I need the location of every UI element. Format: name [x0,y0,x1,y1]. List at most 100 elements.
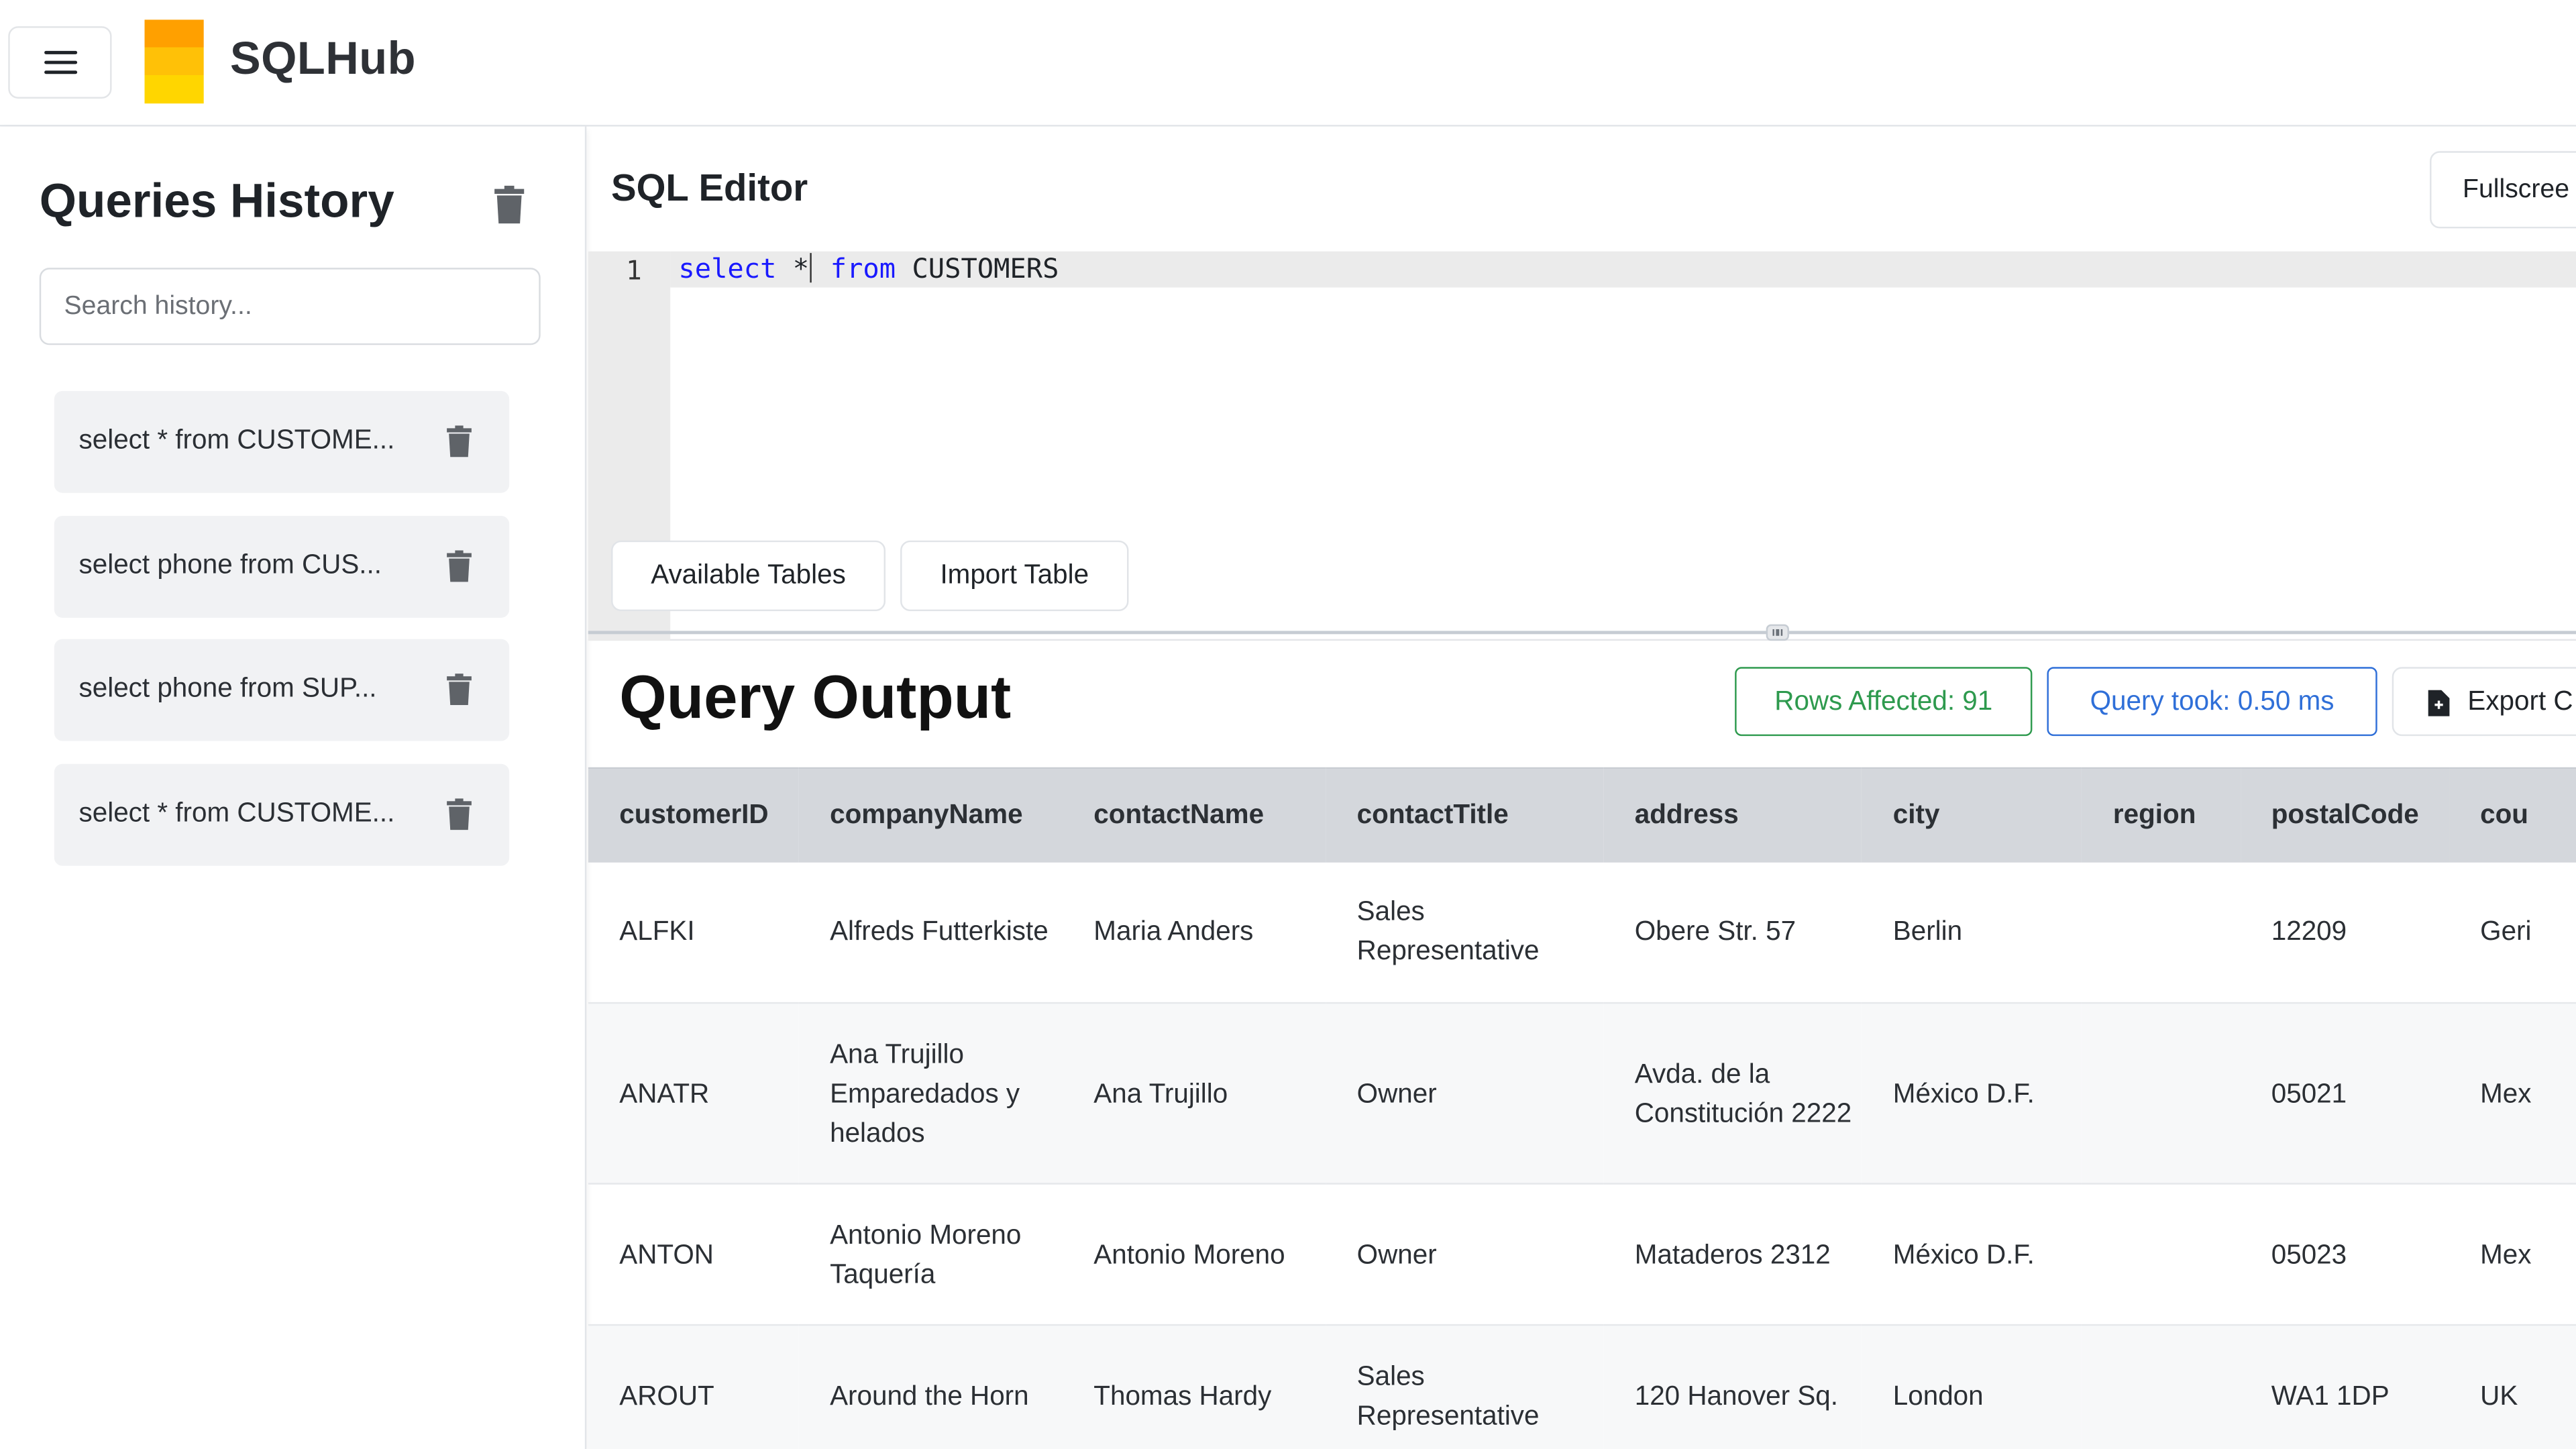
table-cell: Antonio Moreno Taquería [798,1183,1063,1326]
import-table-button[interactable]: Import Table [900,540,1129,612]
column-header[interactable]: customerID [588,767,799,862]
column-header[interactable]: contactName [1062,767,1326,862]
table-row: ANTON Antonio Moreno Taquería Antonio Mo… [588,1183,2576,1326]
table-cell: WA1 1DP [2240,1325,2449,1449]
table-cell: Geri [2449,861,2576,1004]
column-header[interactable]: contactTitle [1326,767,1604,862]
table-cell: UK [2449,1325,2576,1449]
history-item-label: select * from CUSTOME... [78,798,395,828]
drag-handle-icon[interactable] [1766,624,1789,641]
table-cell: Obere Str. 57 [1603,861,1862,1004]
table-cell: México D.F. [1862,1003,2082,1185]
results-table-container[interactable]: customerID companyName contactName conta… [588,767,2576,1449]
table-cell [2082,1183,2241,1326]
table-row: AROUT Around the Horn Thomas Hardy Sales… [588,1325,2576,1449]
text-cursor [810,253,812,283]
code-keyword: select [678,253,777,284]
table-cell: Ana Trujillo Emparedados y helados [798,1003,1063,1185]
history-item[interactable]: select * from CUSTOME... [54,390,510,493]
available-tables-button[interactable]: Available Tables [611,540,886,612]
table-cell: Mex [2449,1183,2576,1326]
table-header-row: customerID companyName contactName conta… [588,767,2576,862]
top-bar: SQLHub [0,0,2576,127]
table-cell: Alfreds Futterkiste [798,861,1063,1004]
file-icon [2428,690,2450,716]
sql-code-editor[interactable]: 1 select * from CUSTOMERS [588,251,2576,641]
trash-icon [447,550,472,582]
table-cell: Sales Representative [1326,861,1604,1004]
table-cell: Thomas Hardy [1062,1325,1326,1449]
delete-history-item-button[interactable] [445,674,474,706]
panel-divider [588,631,2576,635]
trash-icon [447,798,472,830]
delete-history-item-button[interactable] [445,425,474,458]
queries-history-sidebar: Queries History select * from CUSTOME...… [0,126,587,1449]
rows-affected-badge: Rows Affected: 91 [1735,667,2033,737]
table-row: ANATR Ana Trujillo Emparedados y helados… [588,1003,2576,1185]
fullscreen-button[interactable]: Fullscree [2430,151,2576,229]
table-cell: 05023 [2240,1183,2449,1326]
logo-icon [144,19,204,104]
column-header[interactable]: address [1603,767,1862,862]
history-item[interactable]: select phone from CUS... [54,515,510,618]
output-title: Query Output [619,663,1012,731]
history-item-label: select phone from CUS... [78,550,382,580]
table-cell: 05021 [2240,1003,2449,1185]
code-keyword: from [830,253,896,284]
table-cell [2082,1003,2241,1185]
table-cell: ANATR [588,1003,799,1185]
export-label: Export C [2467,686,2573,716]
query-time-badge: Query took: 0.50 ms [2047,667,2377,737]
table-cell: Avda. de la Constitución 2222 [1603,1003,1862,1185]
table-cell: ALFKI [588,861,799,1004]
history-item-label: select * from CUSTOME... [78,425,395,455]
export-button[interactable]: Export C [2392,667,2576,737]
table-cell: Antonio Moreno [1062,1183,1326,1326]
table-cell: Mataderos 2312 [1603,1183,1862,1326]
column-header[interactable]: postalCode [2240,767,2449,862]
menu-button[interactable] [8,26,112,99]
history-item[interactable]: select * from CUSTOME... [54,763,510,866]
table-cell: Around the Horn [798,1325,1063,1449]
editor-title: SQL Editor [611,166,808,209]
table-cell: 120 Hanover Sq. [1603,1325,1862,1449]
delete-history-item-button[interactable] [445,798,474,831]
table-cell: Berlin [1862,861,2082,1004]
delete-history-item-button[interactable] [445,550,474,583]
table-cell: Mex [2449,1003,2576,1185]
main-panel: SQL Editor Fullscree 1 select * from CUS… [588,127,2576,1449]
table-cell: México D.F. [1862,1183,2082,1326]
column-header[interactable]: region [2082,767,2241,862]
table-cell: ANTON [588,1183,799,1326]
results-table: customerID companyName contactName conta… [588,767,2576,1449]
table-cell: Owner [1326,1183,1604,1326]
table-row: ALFKI Alfreds Futterkiste Maria Anders S… [588,861,2576,1004]
clear-history-button[interactable] [493,185,526,225]
table-cell: Owner [1326,1003,1604,1185]
app-title: SQLHub [229,32,417,84]
table-cell: Sales Representative [1326,1325,1604,1449]
trash-icon [447,425,472,458]
table-cell: London [1862,1325,2082,1449]
search-history-input[interactable] [39,268,541,345]
code-table-name: CUSTOMERS [912,253,1059,284]
table-cell: Maria Anders [1062,861,1326,1004]
table-cell: Ana Trujillo [1062,1003,1326,1185]
column-header[interactable]: city [1862,767,2082,862]
column-header[interactable]: cou [2449,767,2576,862]
history-item-label: select phone from SUP... [78,674,377,704]
table-cell: AROUT [588,1325,799,1449]
column-header[interactable]: companyName [798,767,1063,862]
code-star: * [792,253,810,284]
history-item[interactable]: select phone from SUP... [54,639,510,741]
code-line[interactable]: select * from CUSTOMERS [678,253,1059,284]
trash-icon [447,674,472,706]
app-root: SQLHub Queries History select * from CUS… [0,0,2576,1449]
table-cell [2082,861,2241,1004]
line-number: 1 [626,254,642,286]
sidebar-title: Queries History [39,176,394,229]
table-cell [2082,1325,2241,1449]
table-cell: 12209 [2240,861,2449,1004]
trash-icon [494,185,525,224]
menu-icon [43,44,76,80]
